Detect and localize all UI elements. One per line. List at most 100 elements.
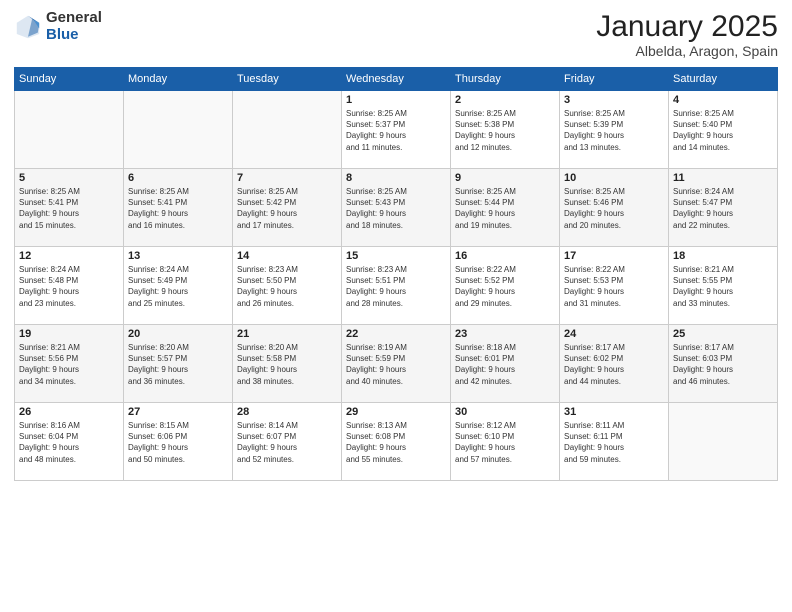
table-row: 5 Sunrise: 8:25 AM Sunset: 5:41 PM Daylig… <box>15 169 124 247</box>
day-info: Sunrise: 8:25 AM Sunset: 5:39 PM Dayligh… <box>564 108 664 153</box>
table-row <box>233 91 342 169</box>
table-row: 4 Sunrise: 8:25 AM Sunset: 5:40 PM Daylig… <box>669 91 778 169</box>
day-info: Sunrise: 8:18 AM Sunset: 6:01 PM Dayligh… <box>455 342 555 387</box>
table-row: 13 Sunrise: 8:24 AM Sunset: 5:49 PM Dayli… <box>124 247 233 325</box>
day-number: 20 <box>128 328 228 340</box>
day-info: Sunrise: 8:12 AM Sunset: 6:10 PM Dayligh… <box>455 420 555 465</box>
day-number: 29 <box>346 406 446 418</box>
day-info: Sunrise: 8:11 AM Sunset: 6:11 PM Dayligh… <box>564 420 664 465</box>
day-number: 25 <box>673 328 773 340</box>
header-monday: Monday <box>124 68 233 91</box>
day-info: Sunrise: 8:24 AM Sunset: 5:47 PM Dayligh… <box>673 186 773 231</box>
table-row <box>15 91 124 169</box>
table-row: 8Sunrise: 8:25 AM Sunset: 5:43 PM Daylig… <box>342 169 451 247</box>
header-friday: Friday <box>560 68 669 91</box>
table-row: 22 Sunrise: 8:19 AM Sunset: 5:59 PM Dayli… <box>342 325 451 403</box>
day-number: 26 <box>19 406 119 418</box>
table-row <box>669 403 778 481</box>
table-row <box>124 91 233 169</box>
calendar-table: Sunday Monday Tuesday Wednesday Thursday… <box>14 67 778 481</box>
table-row: 21Sunrise: 8:20 AM Sunset: 5:58 PM Dayli… <box>233 325 342 403</box>
day-info: Sunrise: 8:25 AM Sunset: 5:37 PM Dayligh… <box>346 108 446 153</box>
day-info: Sunrise: 8:25 AM Sunset: 5:46 PM Dayligh… <box>564 186 664 231</box>
table-row: 24Sunrise: 8:17 AM Sunset: 6:02 PM Dayli… <box>560 325 669 403</box>
table-row: 6 Sunrise: 8:25 AM Sunset: 5:41 PM Daylig… <box>124 169 233 247</box>
logo-general: General <box>46 10 102 27</box>
day-number: 21 <box>237 328 337 340</box>
day-info: Sunrise: 8:23 AM Sunset: 5:51 PM Dayligh… <box>346 264 446 309</box>
table-row: 9 Sunrise: 8:25 AM Sunset: 5:44 PM Daylig… <box>451 169 560 247</box>
header-tuesday: Tuesday <box>233 68 342 91</box>
table-row: 14 Sunrise: 8:23 AM Sunset: 5:50 PM Dayli… <box>233 247 342 325</box>
day-info: Sunrise: 8:14 AM Sunset: 6:07 PM Dayligh… <box>237 420 337 465</box>
day-info: Sunrise: 8:22 AM Sunset: 5:53 PM Dayligh… <box>564 264 664 309</box>
table-row: 3 Sunrise: 8:25 AM Sunset: 5:39 PM Daylig… <box>560 91 669 169</box>
table-row: 23Sunrise: 8:18 AM Sunset: 6:01 PM Dayli… <box>451 325 560 403</box>
day-info: Sunrise: 8:17 AM Sunset: 6:03 PM Dayligh… <box>673 342 773 387</box>
header-sunday: Sunday <box>15 68 124 91</box>
day-info: Sunrise: 8:13 AM Sunset: 6:08 PM Dayligh… <box>346 420 446 465</box>
day-number: 30 <box>455 406 555 418</box>
table-row: 11 Sunrise: 8:24 AM Sunset: 5:47 PM Dayli… <box>669 169 778 247</box>
table-row: 20 Sunrise: 8:20 AM Sunset: 5:57 PM Dayli… <box>124 325 233 403</box>
day-info: Sunrise: 8:24 AM Sunset: 5:48 PM Dayligh… <box>19 264 119 309</box>
table-row: 15 Sunrise: 8:23 AM Sunset: 5:51 PM Dayli… <box>342 247 451 325</box>
day-number: 13 <box>128 250 228 262</box>
day-number: 15 <box>346 250 446 262</box>
day-number: 17 <box>564 250 664 262</box>
day-number: 14 <box>237 250 337 262</box>
table-row: 2 Sunrise: 8:25 AM Sunset: 5:38 PM Daylig… <box>451 91 560 169</box>
logo-icon <box>14 13 42 41</box>
calendar-body: 1Sunrise: 8:25 AM Sunset: 5:37 PM Daylig… <box>15 91 778 481</box>
day-info: Sunrise: 8:25 AM Sunset: 5:41 PM Dayligh… <box>128 186 228 231</box>
logo: General Blue <box>14 10 102 43</box>
calendar-title: January 2025 <box>596 10 778 43</box>
table-row: 12 Sunrise: 8:24 AM Sunset: 5:48 PM Dayli… <box>15 247 124 325</box>
header-thursday: Thursday <box>451 68 560 91</box>
title-block: January 2025 Albelda, Aragon, Spain <box>596 10 778 59</box>
day-number: 3 <box>564 94 664 106</box>
table-row: 30 Sunrise: 8:12 AM Sunset: 6:10 PM Dayli… <box>451 403 560 481</box>
day-info: Sunrise: 8:25 AM Sunset: 5:41 PM Dayligh… <box>19 186 119 231</box>
day-number: 24 <box>564 328 664 340</box>
day-info: Sunrise: 8:21 AM Sunset: 5:56 PM Dayligh… <box>19 342 119 387</box>
table-row: 16Sunrise: 8:22 AM Sunset: 5:52 PM Dayli… <box>451 247 560 325</box>
day-number: 9 <box>455 172 555 184</box>
day-number: 4 <box>673 94 773 106</box>
day-number: 10 <box>564 172 664 184</box>
day-number: 12 <box>19 250 119 262</box>
day-number: 11 <box>673 172 773 184</box>
table-row: 1Sunrise: 8:25 AM Sunset: 5:37 PM Daylig… <box>342 91 451 169</box>
day-info: Sunrise: 8:15 AM Sunset: 6:06 PM Dayligh… <box>128 420 228 465</box>
day-number: 7 <box>237 172 337 184</box>
day-info: Sunrise: 8:23 AM Sunset: 5:50 PM Dayligh… <box>237 264 337 309</box>
table-row: 31 Sunrise: 8:11 AM Sunset: 6:11 PM Dayli… <box>560 403 669 481</box>
day-info: Sunrise: 8:19 AM Sunset: 5:59 PM Dayligh… <box>346 342 446 387</box>
day-info: Sunrise: 8:24 AM Sunset: 5:49 PM Dayligh… <box>128 264 228 309</box>
logo-text: General Blue <box>46 10 102 43</box>
day-info: Sunrise: 8:25 AM Sunset: 5:44 PM Dayligh… <box>455 186 555 231</box>
day-number: 8 <box>346 172 446 184</box>
table-row: 7 Sunrise: 8:25 AM Sunset: 5:42 PM Daylig… <box>233 169 342 247</box>
day-number: 5 <box>19 172 119 184</box>
table-row: 17 Sunrise: 8:22 AM Sunset: 5:53 PM Dayli… <box>560 247 669 325</box>
day-info: Sunrise: 8:25 AM Sunset: 5:38 PM Dayligh… <box>455 108 555 153</box>
table-row: 25 Sunrise: 8:17 AM Sunset: 6:03 PM Dayli… <box>669 325 778 403</box>
day-info: Sunrise: 8:25 AM Sunset: 5:42 PM Dayligh… <box>237 186 337 231</box>
day-info: Sunrise: 8:20 AM Sunset: 5:57 PM Dayligh… <box>128 342 228 387</box>
day-info: Sunrise: 8:22 AM Sunset: 5:52 PM Dayligh… <box>455 264 555 309</box>
day-number: 28 <box>237 406 337 418</box>
day-info: Sunrise: 8:21 AM Sunset: 5:55 PM Dayligh… <box>673 264 773 309</box>
table-row: 29 Sunrise: 8:13 AM Sunset: 6:08 PM Dayli… <box>342 403 451 481</box>
day-number: 22 <box>346 328 446 340</box>
day-number: 6 <box>128 172 228 184</box>
day-number: 27 <box>128 406 228 418</box>
day-number: 2 <box>455 94 555 106</box>
table-row: 10 Sunrise: 8:25 AM Sunset: 5:46 PM Dayli… <box>560 169 669 247</box>
day-number: 31 <box>564 406 664 418</box>
page-header: General Blue January 2025 Albelda, Arago… <box>14 10 778 59</box>
table-row: 28 Sunrise: 8:14 AM Sunset: 6:07 PM Dayli… <box>233 403 342 481</box>
calendar-location: Albelda, Aragon, Spain <box>596 43 778 59</box>
day-info: Sunrise: 8:25 AM Sunset: 5:40 PM Dayligh… <box>673 108 773 153</box>
table-row: 18Sunrise: 8:21 AM Sunset: 5:55 PM Dayli… <box>669 247 778 325</box>
